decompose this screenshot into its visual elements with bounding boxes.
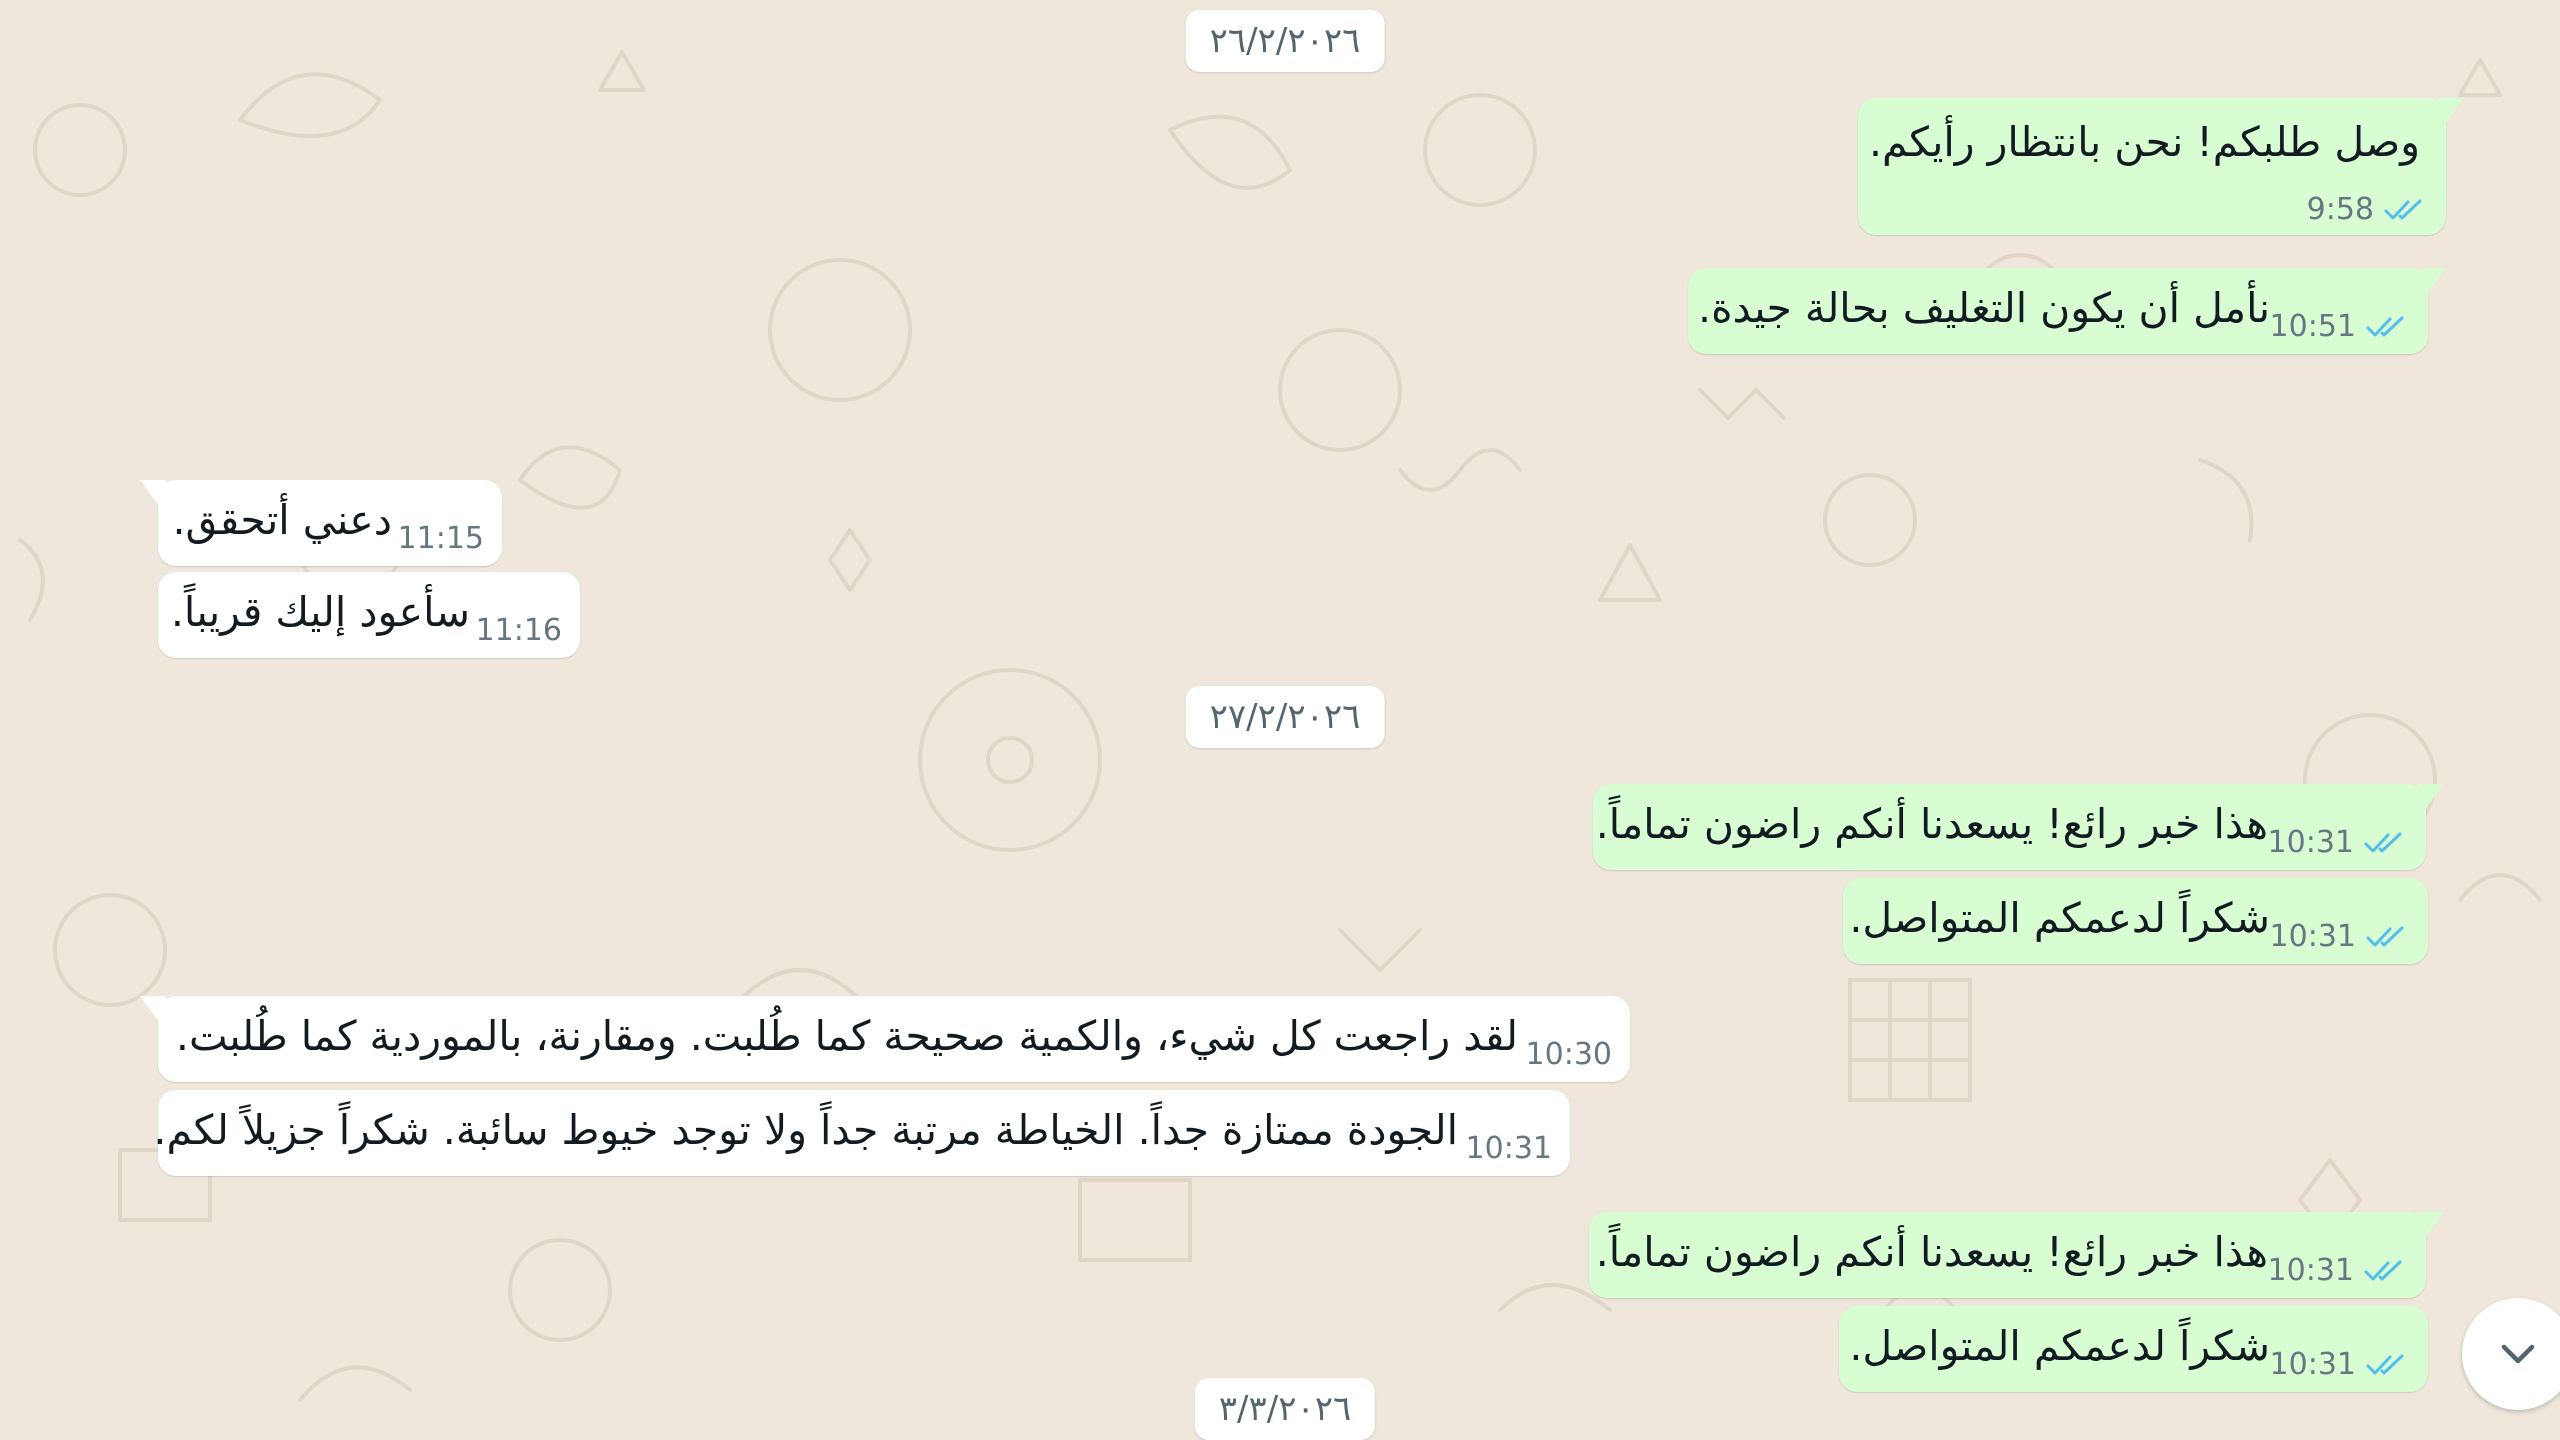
message-time: 10:30 [1525, 1037, 1612, 1072]
message-text: سأعود إليك قريباً. [170, 588, 470, 636]
message-time: 10:31 [1465, 1131, 1552, 1166]
incoming-message[interactable]: سأعود إليك قريباً. 11:16 [158, 572, 580, 658]
message-text: شكراً لدعمكم المتواصل. [1849, 894, 2270, 942]
message-meta: 10:51 [2270, 312, 2406, 342]
message-text: الجودة ممتازة جداً. الخياطة مرتبة جداً و… [153, 1106, 1458, 1154]
read-ticks-icon [2366, 316, 2404, 337]
message-text: لقد راجعت كل شيء، والكمية صحيحة كما طُلب… [175, 1012, 1518, 1060]
outgoing-message[interactable]: شكراً لدعمكم المتواصل. 10:31 [1839, 1306, 2428, 1392]
read-ticks-icon [2366, 926, 2404, 947]
message-meta: 10:31 [2270, 922, 2406, 952]
message-time: 10:31 [2269, 1347, 2356, 1382]
message-meta: 10:31 [2268, 828, 2404, 858]
bubble-tail [2418, 784, 2444, 814]
chevron-down-icon [2501, 1344, 2535, 1364]
message-time: 10:51 [2269, 309, 2356, 344]
outgoing-message[interactable]: نأمل أن يكون التغليف بحالة جيدة. 10:51 [1688, 268, 2446, 354]
message-time: 11:15 [397, 521, 484, 556]
message-meta: 10:31 [2270, 1350, 2406, 1380]
incoming-message[interactable]: الجودة ممتازة جداً. الخياطة مرتبة جداً و… [153, 1090, 1570, 1176]
message-meta: 10:31 [1466, 1134, 1552, 1164]
message-meta: 11:15 [398, 524, 484, 554]
message-text: هذا خبر رائع! يسعدنا أنكم راضون تماماً. [1595, 1228, 2268, 1276]
read-ticks-icon [2366, 1354, 2404, 1375]
message-meta: 10:30 [1526, 1040, 1612, 1070]
message-time: 9:58 [2306, 192, 2374, 227]
read-ticks-icon [2364, 1260, 2402, 1281]
bubble-tail [2418, 1212, 2444, 1242]
incoming-message[interactable]: دعني أتحقق. 11:15 [140, 480, 502, 566]
message-time: 10:31 [2269, 919, 2356, 954]
bubble-tail [140, 996, 166, 1026]
bubble-tail [2420, 268, 2446, 298]
message-text: هذا خبر رائع! يسعدنا أنكم راضون تماماً. [1595, 800, 2268, 848]
read-ticks-icon [2384, 199, 2422, 220]
message-time: 10:31 [2267, 825, 2354, 860]
date-separator: ٣/٣/٢٠٢٦ [1194, 1378, 1376, 1440]
message-time: 11:16 [475, 613, 562, 648]
message-text: وصل طلبكم! نحن بانتظار رأيكم. [1869, 118, 2420, 166]
message-meta: 9:58 [2307, 195, 2424, 225]
outgoing-message[interactable]: هذا خبر رائع! يسعدنا أنكم راضون تماماً. … [1593, 784, 2444, 870]
date-separator: ٢٧/٢/٢٠٢٦ [1185, 686, 1385, 748]
bubble-tail [140, 480, 166, 510]
message-meta: 11:16 [476, 616, 562, 646]
incoming-message[interactable]: لقد راجعت كل شيء، والكمية صحيحة كما طُلب… [140, 996, 1630, 1082]
message-text: شكراً لدعمكم المتواصل. [1849, 1322, 2270, 1370]
message-time: 10:31 [2267, 1253, 2354, 1288]
message-text: دعني أتحقق. [172, 496, 392, 544]
outgoing-message[interactable]: هذا خبر رائع! يسعدنا أنكم راضون تماماً. … [1589, 1212, 2444, 1298]
read-ticks-icon [2364, 832, 2402, 853]
outgoing-message[interactable]: وصل طلبكم! نحن بانتظار رأيكم. 9:58 [1858, 98, 2464, 235]
message-text: نأمل أن يكون التغليف بحالة جيدة. [1698, 284, 2270, 332]
outgoing-message[interactable]: شكراً لدعمكم المتواصل. 10:31 [1843, 878, 2428, 964]
message-meta: 10:31 [2268, 1256, 2404, 1286]
date-separator: ٢٦/٢/٢٠٢٦ [1185, 10, 1385, 72]
bubble-tail [2438, 98, 2464, 128]
